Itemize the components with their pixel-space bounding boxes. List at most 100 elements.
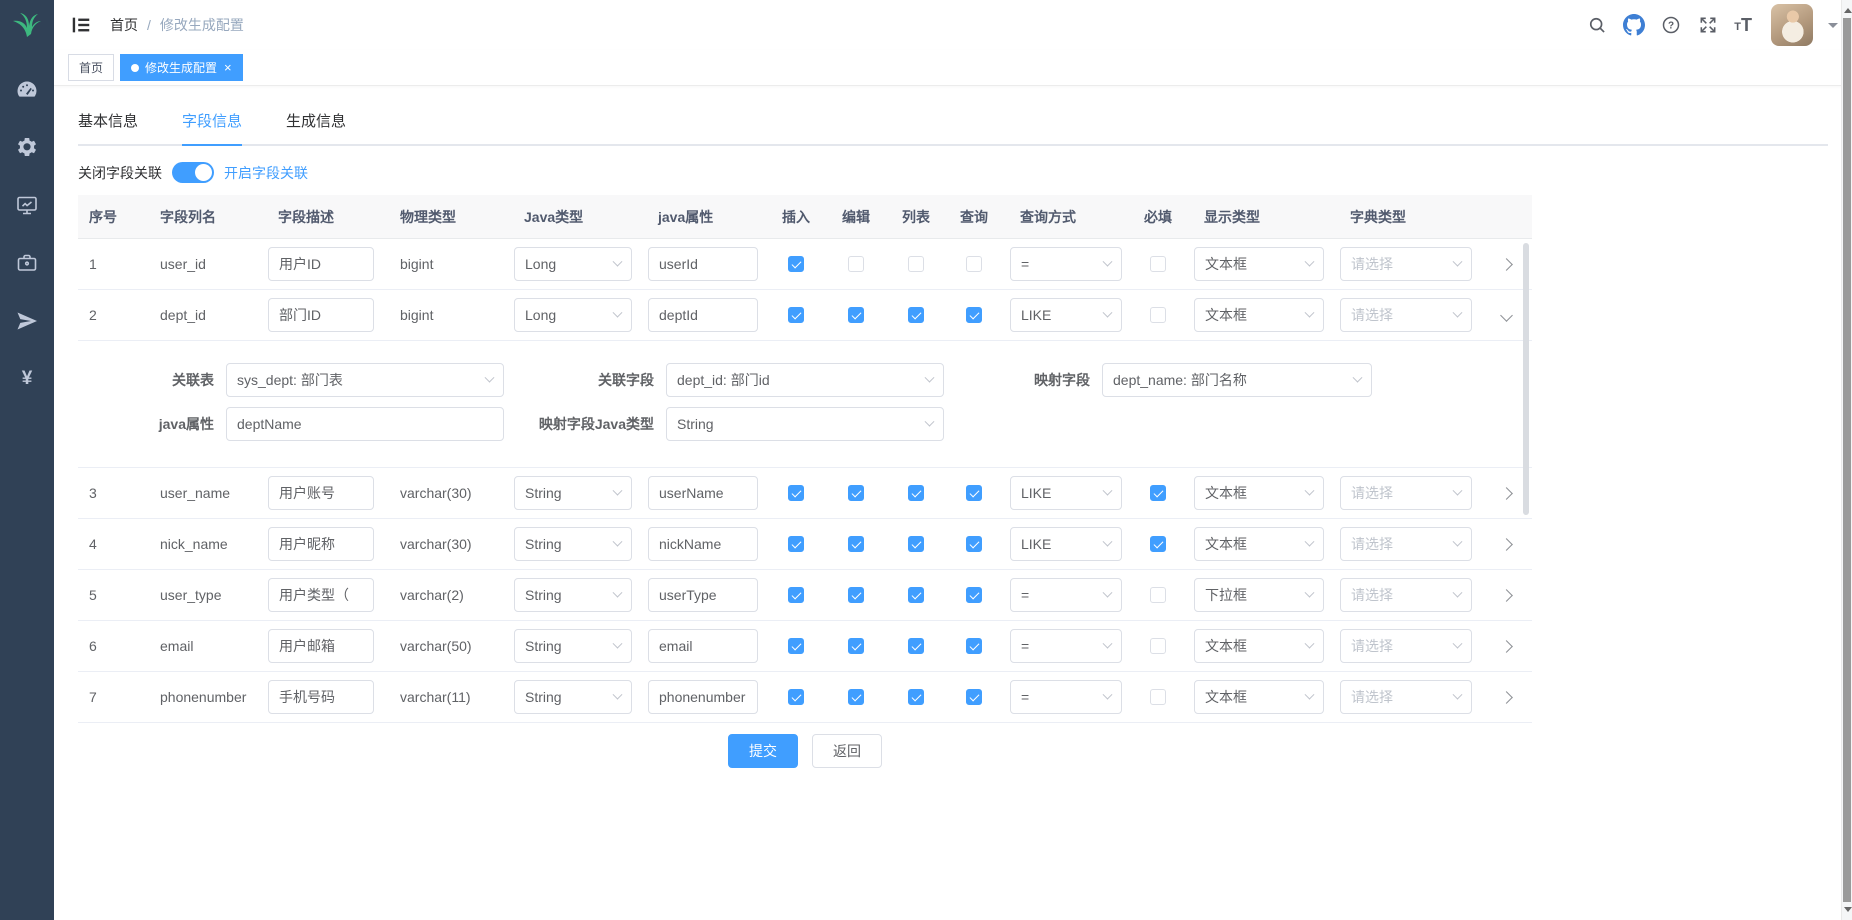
checkbox-required[interactable] xyxy=(1150,689,1166,705)
sidebar-item-send[interactable] xyxy=(0,292,54,350)
mapped-java-type-select[interactable]: String xyxy=(666,407,944,441)
checkbox-edit[interactable] xyxy=(848,536,864,552)
checkbox-list[interactable] xyxy=(908,307,924,323)
java-attr-input[interactable] xyxy=(226,407,504,441)
dict-type-select[interactable]: 请选择 xyxy=(1340,247,1472,281)
checkbox-query[interactable] xyxy=(966,485,982,501)
checkbox-list[interactable] xyxy=(908,485,924,501)
checkbox-list[interactable] xyxy=(908,587,924,603)
dict-type-select[interactable]: 请选择 xyxy=(1340,680,1472,714)
table-scrollbar-thumb[interactable] xyxy=(1523,243,1529,515)
checkbox-required[interactable] xyxy=(1150,587,1166,603)
help-icon[interactable]: ? xyxy=(1660,14,1682,36)
checkbox-list[interactable] xyxy=(908,638,924,654)
checkbox-insert[interactable] xyxy=(788,587,804,603)
checkbox-query[interactable] xyxy=(966,587,982,603)
display-type-select[interactable]: 文本框 xyxy=(1194,629,1324,663)
field-description-input[interactable] xyxy=(268,476,374,510)
query-mode-select[interactable]: = xyxy=(1010,247,1122,281)
java-type-select[interactable]: String xyxy=(514,578,632,612)
expand-toggle-icon[interactable] xyxy=(1500,691,1513,704)
checkbox-insert[interactable] xyxy=(788,485,804,501)
query-mode-select[interactable]: = xyxy=(1010,680,1122,714)
checkbox-list[interactable] xyxy=(908,256,924,272)
query-mode-select[interactable]: = xyxy=(1010,578,1122,612)
query-mode-select[interactable]: LIKE xyxy=(1010,298,1122,332)
font-size-icon[interactable]: TT xyxy=(1734,16,1752,34)
java-type-select[interactable]: String xyxy=(514,680,632,714)
dict-type-select[interactable]: 请选择 xyxy=(1340,578,1472,612)
expand-toggle-icon[interactable] xyxy=(1500,640,1513,653)
back-button[interactable]: 返回 xyxy=(812,734,882,768)
query-mode-select[interactable]: LIKE xyxy=(1010,476,1122,510)
sidebar-item-monitor[interactable] xyxy=(0,176,54,234)
submit-button[interactable]: 提交 xyxy=(728,734,798,768)
checkbox-edit[interactable] xyxy=(848,485,864,501)
expand-toggle-icon[interactable] xyxy=(1500,487,1513,500)
field-description-input[interactable] xyxy=(268,527,374,561)
checkbox-list[interactable] xyxy=(908,536,924,552)
checkbox-required[interactable] xyxy=(1150,485,1166,501)
dict-type-select[interactable]: 请选择 xyxy=(1340,527,1472,561)
display-type-select[interactable]: 文本框 xyxy=(1194,298,1324,332)
association-toggle[interactable] xyxy=(172,162,214,183)
checkbox-edit[interactable] xyxy=(848,689,864,705)
tag-home[interactable]: 首页 xyxy=(68,54,114,81)
scrollbar-down-icon[interactable] xyxy=(1844,907,1852,916)
java-type-select[interactable]: Long xyxy=(514,298,632,332)
checkbox-edit[interactable] xyxy=(848,256,864,272)
display-type-select[interactable]: 文本框 xyxy=(1194,527,1324,561)
display-type-select[interactable]: 文本框 xyxy=(1194,476,1324,510)
java-field-input[interactable] xyxy=(648,578,758,612)
checkbox-edit[interactable] xyxy=(848,307,864,323)
checkbox-insert[interactable] xyxy=(788,536,804,552)
app-logo[interactable] xyxy=(0,0,54,50)
fullscreen-icon[interactable] xyxy=(1697,14,1719,36)
checkbox-insert[interactable] xyxy=(788,256,804,272)
expand-toggle-icon[interactable] xyxy=(1500,589,1513,602)
checkbox-list[interactable] xyxy=(908,689,924,705)
page-scrollbar-thumb[interactable] xyxy=(1843,18,1851,902)
field-description-input[interactable] xyxy=(268,298,374,332)
checkbox-insert[interactable] xyxy=(788,638,804,654)
scrollbar-up-icon[interactable] xyxy=(1844,4,1852,13)
field-description-input[interactable] xyxy=(268,680,374,714)
page-scrollbar[interactable] xyxy=(1841,0,1852,920)
tab-generate-info[interactable]: 生成信息 xyxy=(286,100,346,144)
sidebar-item-project[interactable] xyxy=(0,234,54,292)
mapped-field-select[interactable]: dept_name: 部门名称 xyxy=(1102,363,1372,397)
dict-type-select[interactable]: 请选择 xyxy=(1340,298,1472,332)
github-icon[interactable] xyxy=(1623,14,1645,36)
checkbox-query[interactable] xyxy=(966,638,982,654)
checkbox-query[interactable] xyxy=(966,256,982,272)
breadcrumb-home[interactable]: 首页 xyxy=(110,15,138,35)
user-avatar[interactable] xyxy=(1771,4,1813,46)
tab-basic-info[interactable]: 基本信息 xyxy=(78,100,138,144)
java-type-select[interactable]: String xyxy=(514,476,632,510)
checkbox-query[interactable] xyxy=(966,307,982,323)
java-field-input[interactable] xyxy=(648,527,758,561)
checkbox-insert[interactable] xyxy=(788,307,804,323)
sidebar-fold-icon[interactable] xyxy=(70,14,92,36)
query-mode-select[interactable]: LIKE xyxy=(1010,527,1122,561)
java-field-input[interactable] xyxy=(648,629,758,663)
display-type-select[interactable]: 文本框 xyxy=(1194,247,1324,281)
tag-close-icon[interactable]: × xyxy=(224,61,232,74)
checkbox-required[interactable] xyxy=(1150,638,1166,654)
java-type-select[interactable]: String xyxy=(514,527,632,561)
tab-field-info[interactable]: 字段信息 xyxy=(182,100,242,144)
dict-type-select[interactable]: 请选择 xyxy=(1340,629,1472,663)
query-mode-select[interactable]: = xyxy=(1010,629,1122,663)
java-field-input[interactable] xyxy=(648,476,758,510)
expand-toggle-icon[interactable] xyxy=(1500,309,1513,322)
expand-toggle-icon[interactable] xyxy=(1500,538,1513,551)
sidebar-item-system[interactable] xyxy=(0,118,54,176)
field-description-input[interactable] xyxy=(268,629,374,663)
java-field-input[interactable] xyxy=(648,247,758,281)
expand-toggle-icon[interactable] xyxy=(1500,258,1513,271)
display-type-select[interactable]: 文本框 xyxy=(1194,680,1324,714)
checkbox-required[interactable] xyxy=(1150,256,1166,272)
field-description-input[interactable] xyxy=(268,578,374,612)
checkbox-edit[interactable] xyxy=(848,638,864,654)
sidebar-item-dashboard[interactable] xyxy=(0,60,54,118)
